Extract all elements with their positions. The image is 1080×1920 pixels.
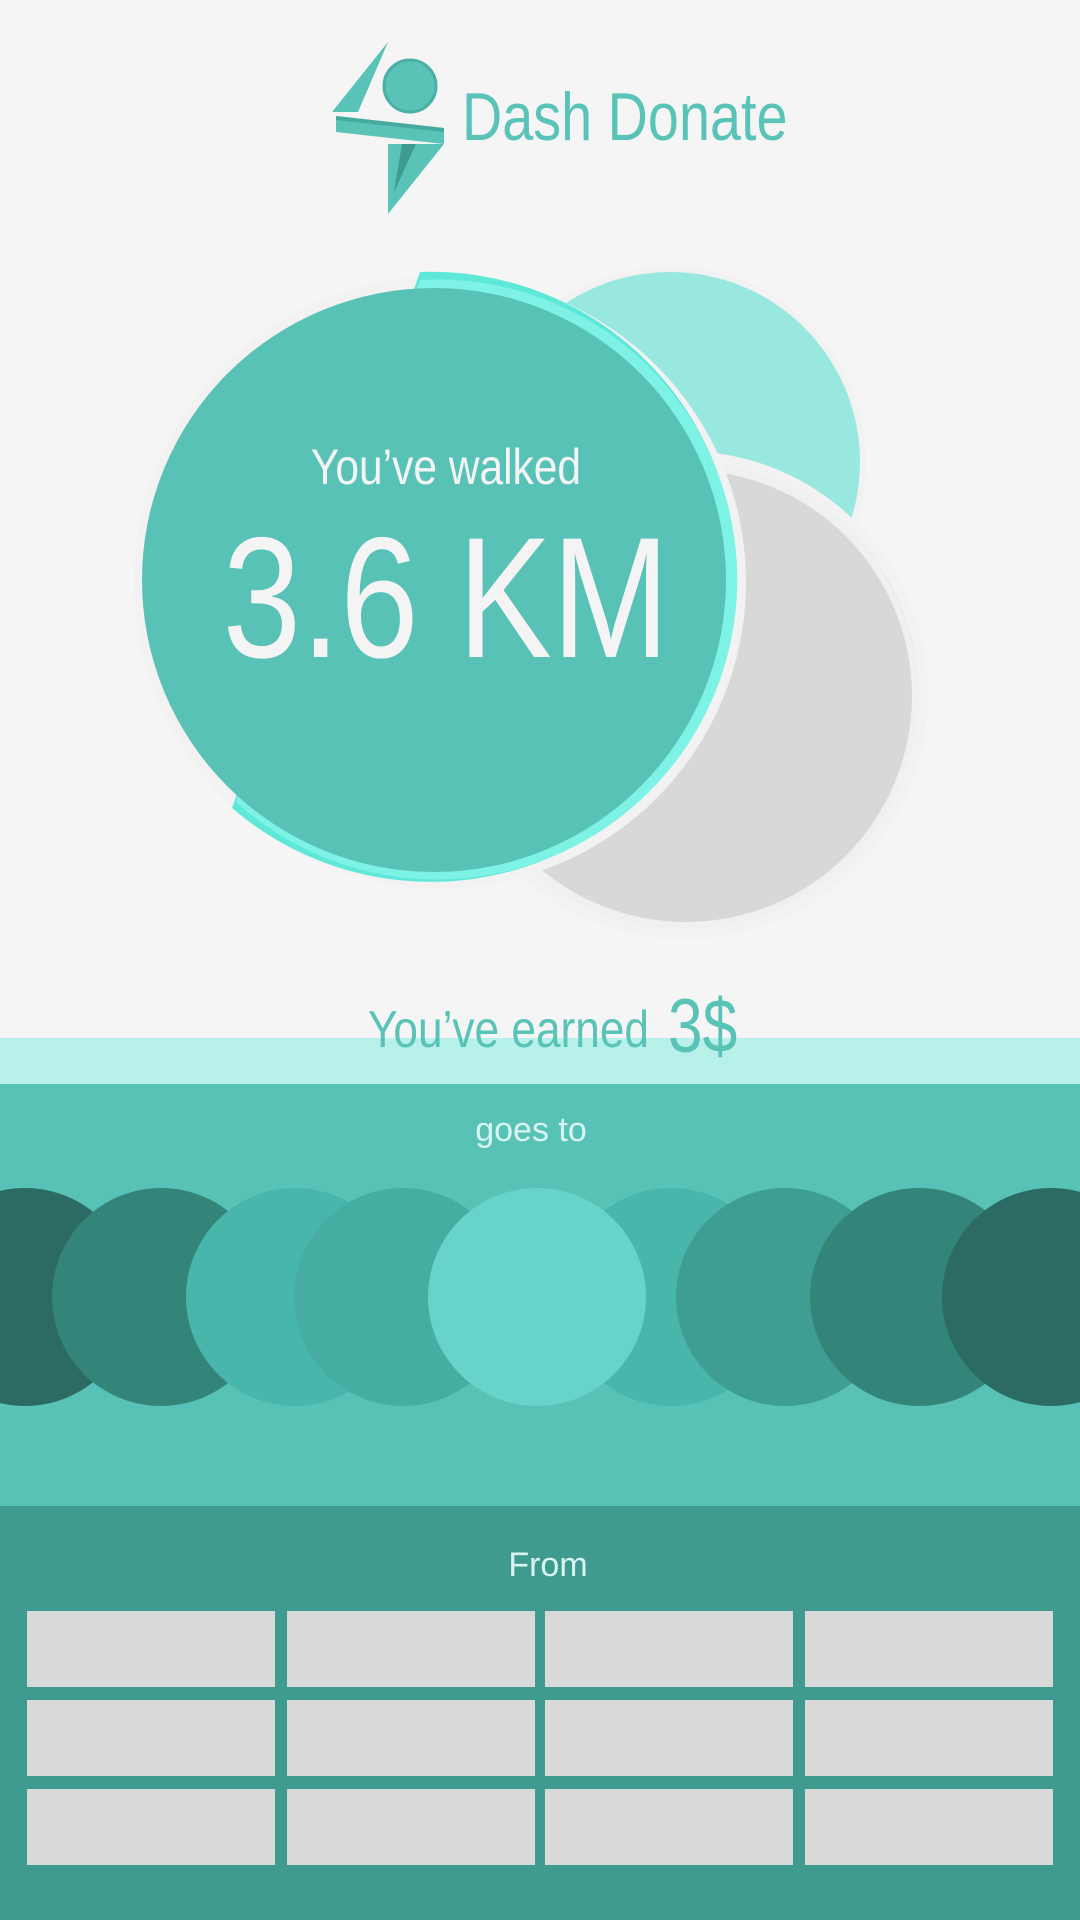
donor-tile[interactable] [805,1611,1053,1687]
donor-tile[interactable] [27,1700,275,1776]
walked-label: You’ve walked [310,439,582,495]
charity-item[interactable] [428,1188,646,1406]
distance-value: 3.6 KM [222,502,670,694]
donor-tile[interactable] [805,1789,1053,1865]
donor-tile[interactable] [287,1789,535,1865]
donor-section-label: From [508,1546,588,1584]
donor-tile[interactable] [27,1611,275,1687]
donor-tile[interactable] [287,1700,535,1776]
donor-tile[interactable] [287,1611,535,1687]
earned-label: You’ve earned [368,1001,650,1059]
donor-tile[interactable] [545,1789,793,1865]
app-logo-icon [332,42,444,214]
earned-value: 3$ [668,984,738,1069]
app-title: Dash Donate [462,79,788,155]
donor-tile[interactable] [545,1700,793,1776]
donor-tile[interactable] [27,1789,275,1865]
charity-section-label: goes to [475,1111,587,1149]
donor-tile[interactable] [805,1700,1053,1776]
donor-tile[interactable] [545,1611,793,1687]
